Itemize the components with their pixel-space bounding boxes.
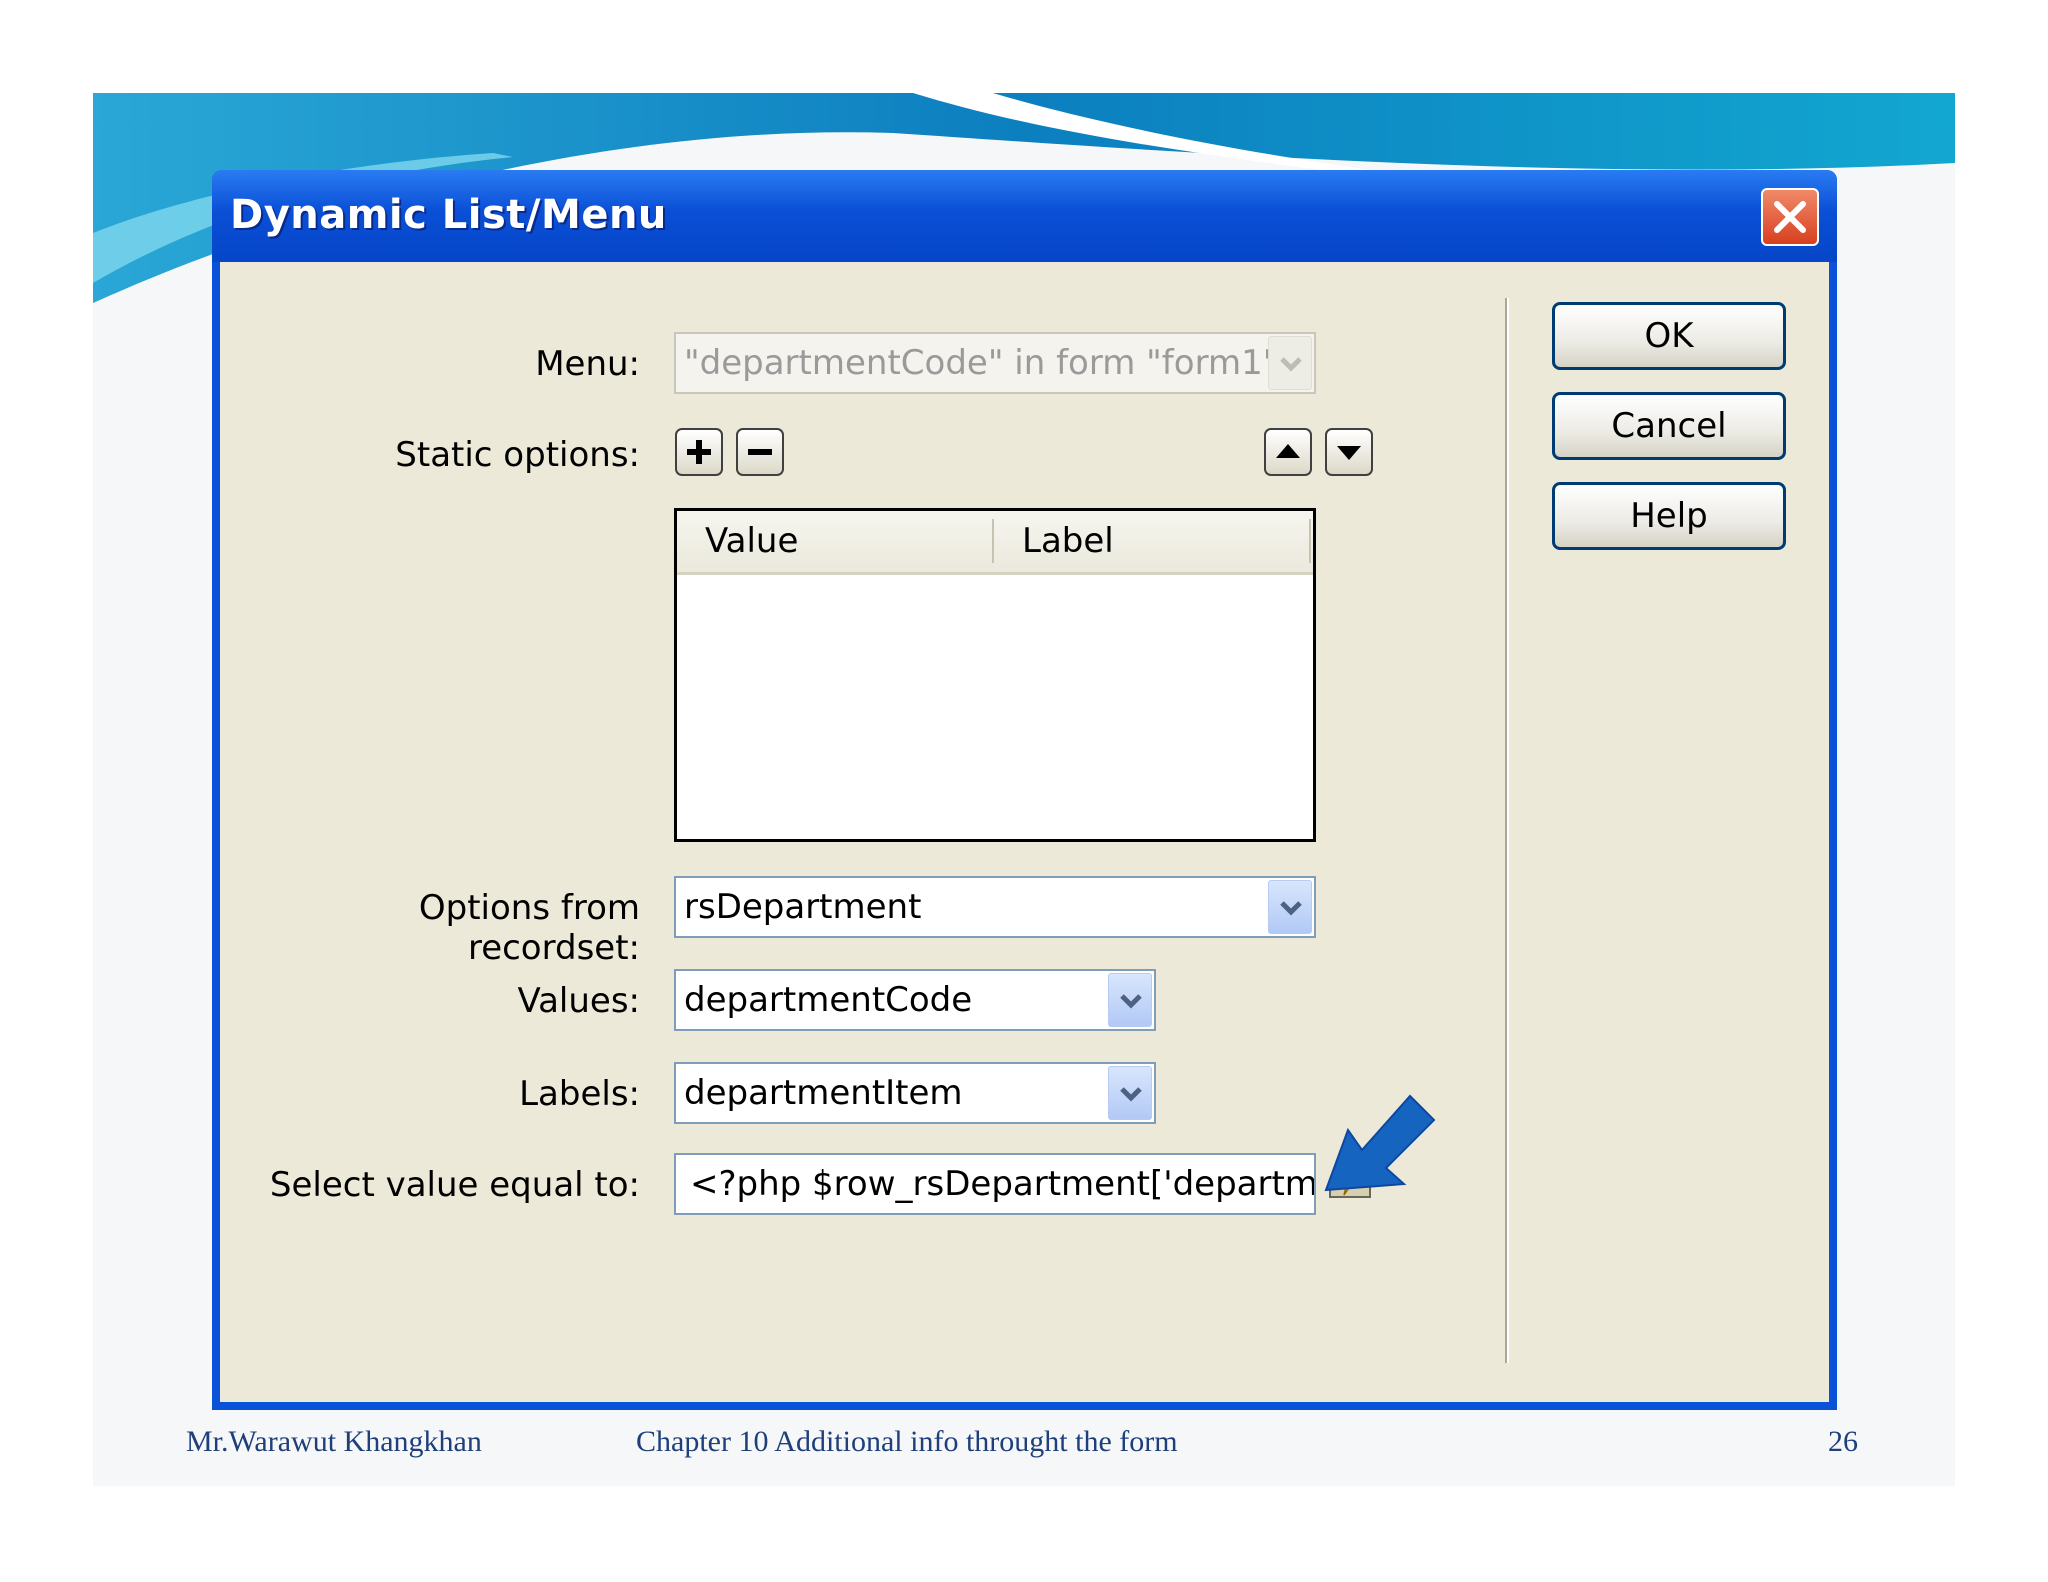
dropdown-arrow-icon <box>1120 1087 1142 1102</box>
dropdown-arrow-icon <box>1120 994 1142 1009</box>
footer-chapter: Chapter 10 Additional info throught the … <box>636 1425 1178 1458</box>
column-divider[interactable] <box>992 519 994 563</box>
recordset-dropdown-button[interactable] <box>1268 880 1312 934</box>
labels-select-value: departmentItem <box>684 1073 963 1113</box>
values-select-value: departmentCode <box>684 980 973 1020</box>
remove-icon <box>748 449 772 455</box>
static-options-list[interactable]: Value Label <box>674 508 1316 842</box>
close-icon <box>1774 201 1806 233</box>
recordset-label: Options from recordset: <box>418 888 640 968</box>
dropdown-arrow-icon <box>1280 901 1302 916</box>
select-value-input[interactable]: <?php $row_rsDepartment['department <box>674 1153 1316 1215</box>
move-up-icon <box>1276 444 1300 458</box>
list-header: Value Label <box>677 511 1313 575</box>
remove-option-button[interactable] <box>736 428 784 476</box>
dialog-title: Dynamic List/Menu <box>230 192 667 238</box>
dropdown-arrow-icon <box>1280 357 1302 372</box>
column-header-value[interactable]: Value <box>705 521 798 561</box>
add-icon <box>687 440 711 464</box>
menu-dropdown-button <box>1268 336 1312 390</box>
recordset-select[interactable]: rsDepartment <box>674 876 1316 938</box>
column-header-label[interactable]: Label <box>1022 521 1114 561</box>
footer-page-number: 26 <box>1828 1425 1858 1458</box>
move-down-button[interactable] <box>1325 428 1373 476</box>
select-value-label: Select value equal to: <box>269 1165 640 1205</box>
values-select[interactable]: departmentCode <box>674 969 1156 1031</box>
pointer-arrow-icon <box>1324 1094 1436 1192</box>
close-button[interactable] <box>1761 188 1819 246</box>
title-bar: Dynamic List/Menu <box>212 170 1837 262</box>
recordset-select-value: rsDepartment <box>684 887 922 927</box>
labels-label: Labels: <box>519 1074 640 1114</box>
cancel-button[interactable]: Cancel <box>1552 392 1786 460</box>
menu-select: "departmentCode" in form "form1" <box>674 332 1316 394</box>
add-option-button[interactable] <box>675 428 723 476</box>
labels-select[interactable]: departmentItem <box>674 1062 1156 1124</box>
help-button[interactable]: Help <box>1552 482 1786 550</box>
menu-select-value: "departmentCode" in form "form1" <box>684 343 1279 383</box>
footer-author: Mr.Warawut Khangkhan <box>186 1425 482 1458</box>
values-dropdown-button[interactable] <box>1108 973 1152 1027</box>
labels-dropdown-button[interactable] <box>1108 1066 1152 1120</box>
column-divider[interactable] <box>1309 519 1311 563</box>
move-down-icon <box>1337 446 1361 460</box>
values-label: Values: <box>517 981 640 1021</box>
ok-button[interactable]: OK <box>1552 302 1786 370</box>
move-up-button[interactable] <box>1264 428 1312 476</box>
dialog-divider <box>1505 298 1507 1363</box>
menu-label: Menu: <box>535 344 640 384</box>
static-options-label: Static options: <box>395 435 640 475</box>
